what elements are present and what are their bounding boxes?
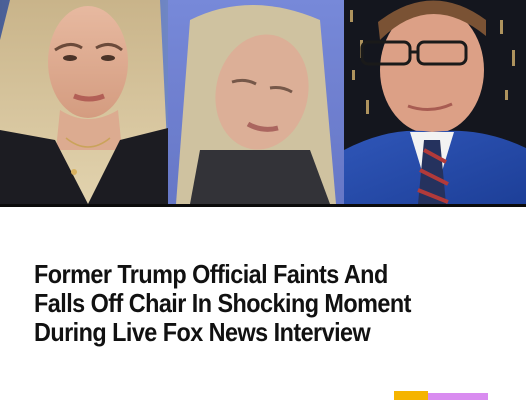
- post-card: Former Trump Official Faints And Falls O…: [0, 0, 526, 400]
- news-photo[interactable]: [0, 0, 526, 204]
- logo-pink-block: [428, 393, 488, 400]
- logo-yellow-block: [394, 391, 428, 400]
- man-host-panel: [344, 0, 526, 204]
- woman-seated-panel: [0, 0, 170, 204]
- headline-line-2: Falls Off Chair In Shocking Moment: [34, 288, 411, 318]
- image-divider: [0, 204, 526, 207]
- woman-fainting-panel: [168, 0, 344, 204]
- brand-logo: [394, 391, 488, 400]
- headline-line-3: During Live Fox News Interview: [34, 317, 371, 347]
- headline: Former Trump Official Faints And Falls O…: [34, 260, 457, 347]
- headline-line-1: Former Trump Official Faints And: [34, 259, 388, 289]
